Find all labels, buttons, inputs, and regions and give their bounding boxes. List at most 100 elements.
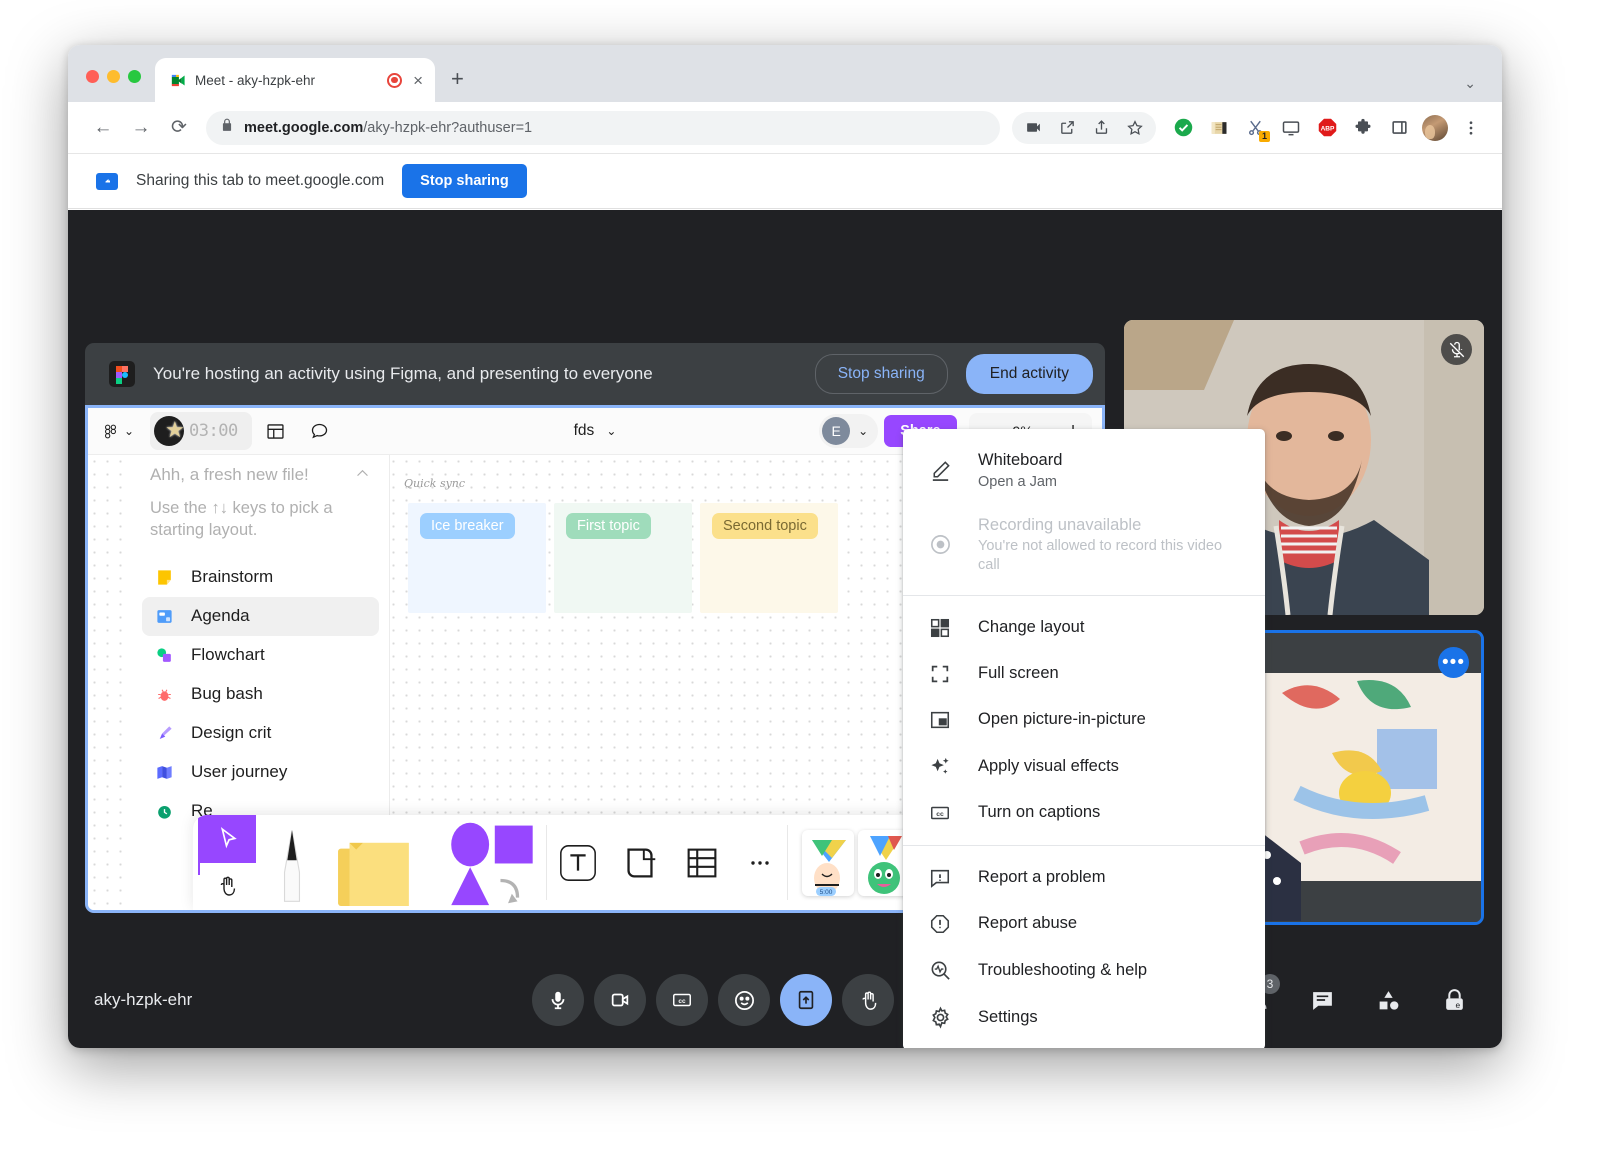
layout-item-agenda[interactable]: Agenda [142, 597, 379, 636]
screen-share-icon [96, 173, 118, 190]
menu-divider-2 [903, 845, 1265, 846]
menu-item-report-abuse[interactable]: Report abuse [903, 901, 1265, 947]
extension-badge-count: 1 [1259, 131, 1270, 142]
more-options-icon[interactable]: ••• [1438, 647, 1469, 678]
reactions-button[interactable] [718, 974, 770, 1026]
figma-tool-dock: 5:00 [193, 815, 983, 910]
end-activity-button[interactable]: End activity [966, 354, 1093, 394]
file-name-text: fds [574, 422, 595, 440]
figma-menu-button[interactable]: ⌄ [98, 423, 138, 440]
text-tool-icon[interactable] [547, 815, 609, 910]
menu-item-label: Open picture-in-picture [978, 709, 1146, 730]
menu-item-visual-effects[interactable]: Apply visual effects [903, 743, 1265, 790]
svg-text:cc: cc [678, 998, 686, 1005]
shapes-icon[interactable] [436, 815, 546, 910]
minimize-window-button[interactable] [107, 70, 120, 83]
menu-item-whiteboard[interactable]: Whiteboard Open a Jam [903, 438, 1265, 503]
close-window-button[interactable] [86, 70, 99, 83]
layout-grid-icon[interactable] [256, 414, 296, 448]
record-dot-icon[interactable] [387, 73, 402, 88]
side-panel-icon[interactable] [1384, 113, 1414, 143]
green-check-extension-icon[interactable] [1168, 113, 1198, 143]
address-bar[interactable]: meet.google.com/aky-hzpk-ehr?authuser=1 [206, 111, 1000, 145]
sticker-item[interactable]: 5:00 [802, 830, 854, 896]
menu-item-label: Whiteboard [978, 451, 1062, 469]
gear-icon [927, 1006, 953, 1029]
layout-item-bug-bash[interactable]: Bug bash [142, 675, 379, 714]
board-title: Quick sync [404, 477, 465, 490]
more-tools-icon[interactable] [733, 815, 787, 910]
chevron-up-icon[interactable] [354, 465, 371, 487]
reload-button[interactable]: ⟳ [160, 109, 198, 147]
microphone-button[interactable] [532, 974, 584, 1026]
tab-strip: Meet - aky-hzpk-ehr × + ⌄ [68, 45, 1502, 102]
extensions-puzzle-icon[interactable] [1348, 113, 1378, 143]
host-controls-button[interactable]: e [1432, 978, 1476, 1022]
activities-button[interactable] [1366, 978, 1410, 1022]
menu-item-settings[interactable]: Settings [903, 994, 1265, 1041]
menu-item-picture-in-picture[interactable]: Open picture-in-picture [903, 697, 1265, 743]
board-column-ice-breaker[interactable]: Ice breaker [408, 503, 546, 613]
raise-hand-button[interactable] [842, 974, 894, 1026]
clock-icon [154, 801, 175, 822]
back-button[interactable]: ← [84, 109, 122, 147]
camera-button[interactable] [594, 974, 646, 1026]
hand-tool-icon[interactable] [198, 863, 256, 911]
captions-button[interactable]: cc [656, 974, 708, 1026]
topic-tag: First topic [566, 513, 651, 539]
maximize-window-button[interactable] [128, 70, 141, 83]
share-icon[interactable] [1086, 113, 1116, 143]
close-icon[interactable]: × [411, 72, 425, 89]
layout-tiles-icon [927, 617, 953, 639]
board-column-first-topic[interactable]: First topic [554, 503, 692, 613]
table-tool-icon[interactable] [671, 815, 733, 910]
figma-user-menu[interactable]: E ⌄ [819, 414, 878, 448]
layout-item-brainstorm[interactable]: Brainstorm [142, 558, 379, 597]
browser-toolbar: ← → ⟳ meet.google.com/aky-hzpk-ehr?authu… [68, 102, 1502, 154]
window-traffic-lights [68, 70, 155, 102]
browser-tab-meet[interactable]: Meet - aky-hzpk-ehr × [155, 58, 435, 102]
menu-item-sublabel: You're not allowed to record this video … [978, 537, 1243, 573]
picture-in-picture-icon [927, 709, 953, 731]
menu-item-turn-on-captions[interactable]: cc Turn on captions [903, 790, 1265, 836]
panel-subtitle: Use the ↑↓ keys to pick a starting layou… [142, 491, 379, 558]
chevron-down-icon: ⌄ [606, 424, 616, 438]
menu-item-troubleshooting[interactable]: Troubleshooting & help [903, 947, 1265, 994]
activity-stop-sharing-button[interactable]: Stop sharing [815, 354, 948, 394]
layout-item-flowchart[interactable]: Flowchart [142, 636, 379, 675]
svg-text:ABP: ABP [1320, 126, 1334, 133]
stickers-icon[interactable]: 5:00 [788, 815, 910, 910]
svg-text:5:00: 5:00 [820, 889, 833, 896]
agenda-board-icon [154, 606, 175, 627]
video-camera-icon[interactable] [1018, 113, 1048, 143]
layout-item-design-crit[interactable]: Design crit [142, 714, 379, 753]
adblock-plus-icon[interactable]: ABP [1312, 113, 1342, 143]
figma-timer[interactable]: ★ 03:00 [150, 412, 252, 450]
pen-marker-icon[interactable] [256, 815, 328, 910]
scissors-extension-icon[interactable]: 1 [1240, 113, 1270, 143]
new-tab-button[interactable]: + [451, 66, 464, 102]
menu-item-label: Troubleshooting & help [978, 960, 1147, 981]
forward-button[interactable]: → [122, 109, 160, 147]
stop-sharing-button[interactable]: Stop sharing [402, 164, 527, 198]
meeting-code: aky-hzpk-ehr [94, 990, 192, 1010]
comment-bubble-icon[interactable] [300, 414, 340, 448]
open-in-new-icon[interactable] [1052, 113, 1082, 143]
sticky-notes-icon[interactable] [328, 815, 436, 910]
menu-item-full-screen[interactable]: Full screen [903, 651, 1265, 697]
section-tool-icon[interactable] [609, 815, 671, 910]
layout-item-user-journey[interactable]: User journey [142, 753, 379, 792]
chevron-down-icon[interactable]: ⌄ [1464, 75, 1476, 92]
bookmark-star-icon[interactable] [1120, 113, 1150, 143]
board-column-second-topic[interactable]: Second topic [700, 503, 838, 613]
menu-item-report-problem[interactable]: Report a problem [903, 855, 1265, 901]
profile-avatar-icon[interactable] [1420, 113, 1450, 143]
notebook-extension-icon[interactable] [1204, 113, 1234, 143]
present-button[interactable] [780, 974, 832, 1026]
cast-screen-icon[interactable] [1276, 113, 1306, 143]
chrome-menu-icon[interactable] [1456, 113, 1486, 143]
chat-button[interactable] [1300, 978, 1344, 1022]
cursor-arrow-icon[interactable] [198, 815, 256, 863]
menu-item-change-layout[interactable]: Change layout [903, 605, 1265, 651]
layout-item-label: Agenda [191, 606, 250, 626]
